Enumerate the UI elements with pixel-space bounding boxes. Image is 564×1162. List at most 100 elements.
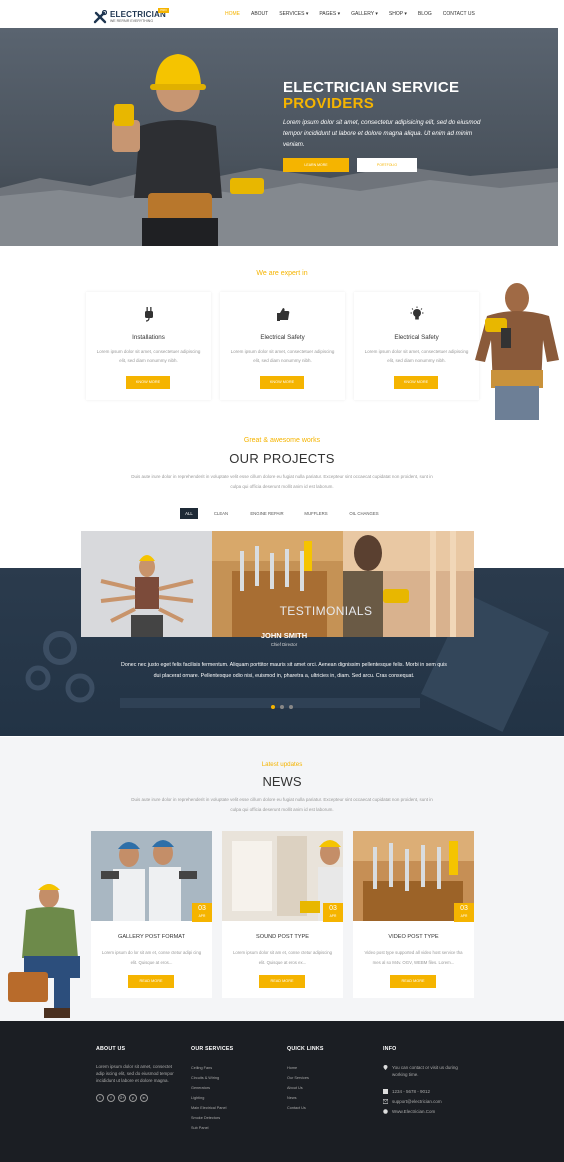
filter-engine-repair[interactable]: ENGINE REPAIR (246, 508, 288, 519)
footer-links-heading: QUICK LINKS (287, 1046, 324, 1052)
footer-link-contact[interactable]: Contact Us (287, 1103, 309, 1113)
footer-about-heading: ABOUT US (96, 1046, 126, 1052)
slider-dot-active[interactable] (271, 705, 275, 709)
service-card: Installations Lorem ipsum dolor sit amet… (86, 292, 211, 400)
date-day: 03 (329, 905, 337, 912)
news-post-text: Lorem ipsum dolor sit am et, conse ctetu… (232, 950, 333, 965)
twitter-icon[interactable]: t (96, 1094, 104, 1102)
news-description: Duis aute irure dolor in reprehenderit i… (131, 797, 433, 812)
read-more-button[interactable]: READ MORE (128, 975, 174, 988)
slider-dot[interactable] (280, 705, 284, 709)
nav-gallery[interactable]: GALLERY ▾ (351, 11, 378, 19)
news-post-title[interactable]: VIDEO POST TYPE (353, 934, 474, 940)
date-month: APR (460, 914, 468, 918)
footer-services-heading: OUR SERVICES (191, 1046, 234, 1052)
service-title: Installations (132, 334, 165, 341)
projects-subtitle: Great & awesome works (243, 437, 321, 444)
date-badge: 03 APR (454, 903, 474, 922)
read-more-button[interactable]: READ MORE (390, 975, 436, 988)
expert-subtitle: We are expert in (256, 270, 308, 277)
footer-service-link[interactable]: Lighting (191, 1093, 226, 1103)
service-text: Lorem ipsum dolor sit amet, consectetuer… (364, 349, 469, 363)
service-text: Lorem ipsum dolor sit amet, consectetuer… (96, 349, 201, 363)
project-image[interactable] (212, 531, 343, 637)
slider-dot[interactable] (289, 705, 293, 709)
filter-mufflers[interactable]: MUFFLERS (300, 508, 332, 519)
map-pin-icon (383, 1065, 388, 1070)
nav-services[interactable]: SERVICES ▾ (279, 11, 308, 19)
footer-service-link[interactable]: Generators (191, 1083, 226, 1093)
logo-tagline: WE REPAIR EVERYTHING (110, 19, 154, 23)
footer-phone: 1234 - 5678 - 9012 (392, 1089, 431, 1094)
know-more-button[interactable]: KNOW MORE (260, 376, 304, 389)
worker-cutout-image (475, 283, 559, 420)
nav-about[interactable]: ABOUT (251, 11, 268, 19)
project-image[interactable] (343, 531, 474, 637)
testimonials-title: TESTIMONIALS (279, 604, 373, 618)
logo-badge: PRO (158, 8, 169, 13)
know-more-button[interactable]: KNOW MORE (394, 376, 438, 389)
know-more-button[interactable]: KNOW MORE (126, 376, 170, 389)
wrench-logo-icon (93, 10, 107, 24)
footer-link-home[interactable]: Home (287, 1063, 309, 1073)
seated-worker-image (8, 884, 80, 1018)
project-image[interactable] (81, 531, 212, 637)
nav-blog[interactable]: BLOG (418, 11, 432, 19)
news-card: 03 APR SOUND POST TYPE Lorem ipsum dolor… (222, 831, 343, 998)
hero-banner: ELECTRICIAN SERVICE PROVIDERS Lorem ipsu… (0, 28, 558, 246)
filter-all[interactable]: ALL (180, 508, 198, 519)
lightbulb-icon (410, 306, 424, 320)
nav-home[interactable]: HOME (225, 11, 240, 19)
footer-link-services[interactable]: Our Services (287, 1073, 309, 1083)
nav-contact[interactable]: CONTACT US (443, 11, 475, 19)
nav-pages[interactable]: PAGES ▾ (319, 11, 340, 19)
date-month: APR (198, 914, 206, 918)
phone-icon (383, 1089, 388, 1094)
testimonial-quote: Donec nec justo eget felis facilisis fer… (121, 662, 447, 679)
footer-link-about[interactable]: About Us (287, 1083, 309, 1093)
service-title: Electrical Safety (260, 334, 305, 341)
footer-quick-links: Home Our Services About Us News Contact … (287, 1063, 309, 1113)
service-card: Electrical Safety Lorem ipsum dolor sit … (220, 292, 345, 400)
testimonial-name: JOHN SMITH (260, 631, 308, 640)
date-day: 03 (460, 905, 468, 912)
footer-website[interactable]: Www.Electrician.Com (392, 1108, 435, 1115)
footer-address: You can contact or visit us during worki… (392, 1065, 458, 1077)
nav-shop[interactable]: SHOP ▾ (389, 11, 407, 19)
footer-link-news[interactable]: News (287, 1093, 309, 1103)
site-logo[interactable]: ELECTRICIAN WE REPAIR EVERYTHING PRO (93, 8, 173, 26)
date-badge: 03 APR (323, 903, 343, 922)
linkedin-icon[interactable]: in (140, 1094, 148, 1102)
news-post-title[interactable]: SOUND POST TYPE (222, 934, 343, 940)
pinterest-icon[interactable]: p (129, 1094, 137, 1102)
site-header: ELECTRICIAN WE REPAIR EVERYTHING PRO HOM… (0, 0, 564, 28)
news-post-text: Video post type supported all video host… (364, 950, 463, 965)
filter-clean[interactable]: CLEAN (209, 508, 233, 519)
footer-service-link[interactable]: Circuits & Wiring (191, 1073, 226, 1083)
plug-icon (145, 307, 153, 322)
footer-about-text: Lorem ipsum dolor sit amet, consectet ad… (96, 1064, 174, 1083)
news-title: NEWS (262, 774, 302, 789)
service-text: Lorem ipsum dolor sit amet, consectetuer… (230, 349, 335, 363)
news-post-title[interactable]: GALLERY POST FORMAT (91, 934, 212, 940)
filter-oil-changes[interactable]: OIL CHANGES (346, 508, 382, 519)
thumbs-up-icon (277, 308, 290, 321)
google-plus-icon[interactable]: G+ (118, 1094, 126, 1102)
news-subtitle: Latest updates (261, 761, 303, 768)
footer-email[interactable]: support@electrician.com (392, 1098, 442, 1105)
learn-more-button[interactable]: LEARN MORE (283, 158, 349, 172)
hero-title-line2: PROVIDERS (283, 95, 375, 112)
footer-service-link[interactable]: Smoke Detectors (191, 1113, 226, 1123)
footer-info-heading: INFO (383, 1046, 397, 1052)
portfolio-button[interactable]: PORTFOLIO (357, 158, 417, 172)
facebook-icon[interactable]: f (107, 1094, 115, 1102)
date-month: APR (329, 914, 337, 918)
date-badge: 03 APR (192, 903, 212, 922)
site-footer (0, 1021, 564, 1162)
footer-service-link[interactable]: Main Electrical Panel (191, 1103, 226, 1113)
footer-service-link[interactable]: Sub Panel (191, 1123, 226, 1133)
footer-service-link[interactable]: Ceiling Fans (191, 1063, 226, 1073)
service-card: Electrical Safety Lorem ipsum dolor sit … (354, 292, 479, 400)
read-more-button[interactable]: READ MORE (259, 975, 305, 988)
globe-icon (383, 1109, 388, 1114)
